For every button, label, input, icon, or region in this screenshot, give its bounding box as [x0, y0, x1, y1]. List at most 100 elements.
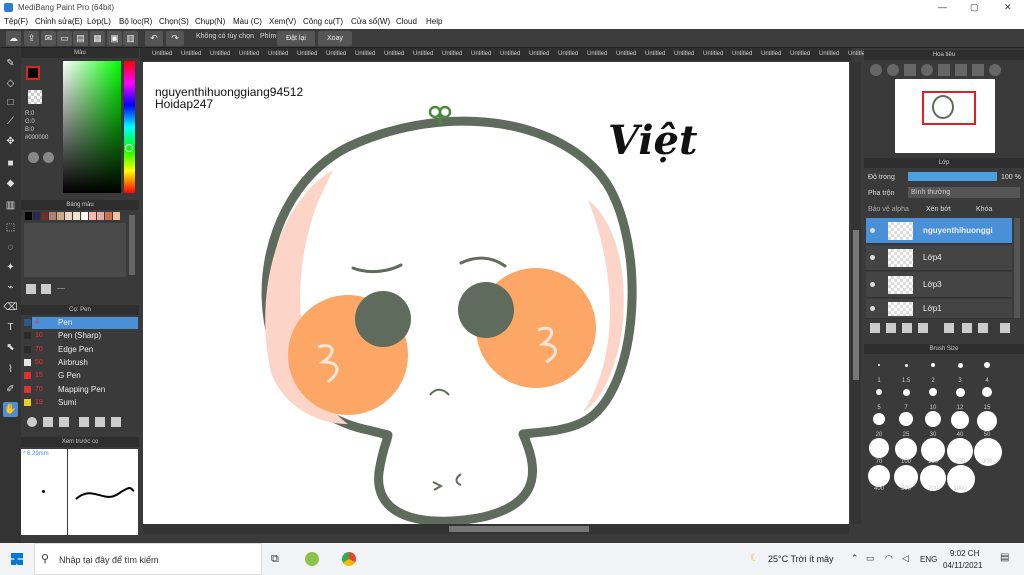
share-icon[interactable]: ⇪ [24, 31, 39, 46]
volume-icon[interactable]: ◁ [902, 553, 909, 564]
document-tab[interactable]: Untitled [761, 51, 781, 57]
notification-icon[interactable]: ▤ [1000, 552, 1009, 563]
palette-swatch[interactable] [113, 212, 120, 220]
add-brush-icon[interactable] [27, 417, 37, 427]
document-tab[interactable]: Untitled [384, 51, 404, 57]
canvas-vertical-scrollbar[interactable] [851, 62, 861, 524]
document-tab[interactable]: Untitled [732, 51, 752, 57]
brush-size-option[interactable]: 7 [893, 383, 919, 411]
menu-window[interactable]: Cửa sổ(W) [351, 17, 390, 26]
palette-swatch[interactable] [65, 212, 72, 220]
brush-size-option[interactable]: 3 [947, 356, 973, 384]
brush-item[interactable]: 19 Sumi [24, 397, 138, 409]
document-tab[interactable]: Untitled [500, 51, 520, 57]
brush-size-option[interactable]: 5 [866, 383, 892, 411]
eye-icon[interactable] [870, 282, 875, 287]
page-icon[interactable]: ▤ [73, 31, 88, 46]
document-tab[interactable]: Untitled [239, 51, 259, 57]
menu-snap[interactable]: Chụp(N) [195, 17, 225, 26]
brush-size-option[interactable]: 400 [866, 464, 892, 492]
palette-swatch[interactable] [57, 212, 64, 220]
document-tab[interactable]: Untitled [703, 51, 723, 57]
taskbar-search-box[interactable]: ⚲ Nhập tại đây để tìm kiếm [34, 543, 262, 575]
menu-color[interactable]: Màu (C) [233, 17, 262, 26]
zoom-in-icon[interactable] [870, 64, 882, 76]
secondary-color-swatch[interactable] [28, 90, 42, 104]
document-tab[interactable]: Untitled [442, 51, 462, 57]
palette-swatch[interactable] [41, 212, 48, 220]
task-view-icon[interactable]: ⧉ [271, 553, 279, 566]
wifi-icon[interactable]: ◠ [885, 553, 893, 564]
brush-size-option[interactable]: 40 [947, 410, 973, 438]
delete-layer-icon[interactable] [1000, 323, 1010, 333]
palette-swatch[interactable] [73, 212, 80, 220]
palette-icon[interactable] [28, 152, 39, 163]
lasso-tool-icon[interactable]: ◌ [3, 240, 18, 255]
document-tab[interactable]: Untitled [558, 51, 578, 57]
opacity-slider[interactable] [908, 172, 997, 181]
brush-item[interactable]: 4 Pen [24, 317, 138, 329]
brush-size-option[interactable]: 1 [866, 356, 892, 384]
brush-size-option[interactable]: 15 [974, 383, 1000, 411]
brush-size-option[interactable]: 25 [893, 410, 919, 438]
brush-export-icon[interactable] [79, 417, 89, 427]
palette-swatch[interactable] [105, 212, 112, 220]
brush-item[interactable]: 70 Edge Pen [24, 344, 138, 356]
bucket-tool-icon[interactable]: ◆ [3, 176, 18, 191]
saturation-value-picker[interactable] [63, 61, 121, 193]
brush-size-option[interactable]: 300 [974, 437, 1002, 466]
document-tab[interactable]: Untitled [819, 51, 839, 57]
clipping-checkbox[interactable]: Xén bớt [926, 206, 951, 213]
document-tab[interactable]: Untitled [645, 51, 665, 57]
maximize-button[interactable]: ▢ [970, 2, 979, 13]
rotate-right-icon[interactable] [955, 64, 967, 76]
clock-time[interactable]: 9:02 CH [950, 549, 979, 558]
document-tab[interactable]: Untitled [529, 51, 549, 57]
rotate-button[interactable]: Xoay [318, 31, 352, 46]
select-tool-icon[interactable]: ⬚ [3, 220, 18, 235]
redo-icon[interactable]: ↷ [166, 31, 184, 46]
menu-layer[interactable]: Lớp(L) [87, 17, 111, 26]
zoom-out-icon[interactable] [887, 64, 899, 76]
snap-icon[interactable]: ▥ [123, 31, 138, 46]
line-tool-icon[interactable]: ⟋ [3, 114, 18, 129]
brush-size-option[interactable]: 4 [974, 356, 1000, 384]
grid-icon[interactable]: ▦ [90, 31, 105, 46]
canvas-horizontal-scrollbar[interactable] [143, 524, 849, 534]
move-tool-icon[interactable]: ✥ [3, 134, 18, 149]
brush-size-option[interactable]: 100 [893, 437, 919, 465]
document-tab[interactable]: Untitled [413, 51, 433, 57]
brush-size-option[interactable]: 200 [947, 437, 973, 465]
lock-checkbox[interactable]: Khóa [976, 206, 992, 213]
palette-add-icon[interactable] [43, 152, 54, 163]
brush-tool-icon[interactable]: ✎ [3, 56, 18, 71]
close-button[interactable]: ✕ [1004, 2, 1012, 13]
menu-edit[interactable]: Chỉnh sửa(E) [35, 17, 83, 26]
dropper-tool-icon[interactable]: ⌇ [3, 362, 18, 377]
eye-icon[interactable] [870, 255, 875, 260]
actual-size-icon[interactable] [921, 64, 933, 76]
new-1bit-layer-icon[interactable] [902, 323, 912, 333]
primary-color-swatch[interactable] [26, 66, 40, 80]
brush-size-option[interactable]: 12 [947, 383, 973, 411]
brush-item[interactable]: 15 G Pen [24, 370, 138, 382]
blend-mode-select[interactable]: Bình thường [908, 187, 1020, 198]
delete-palette-icon[interactable] [41, 284, 51, 294]
medibang-taskbar-icon[interactable] [305, 552, 319, 566]
brush-size-option[interactable]: 20 [866, 410, 892, 438]
layer-row[interactable]: Lớp3 [866, 272, 1012, 298]
reset-view-icon[interactable] [972, 64, 984, 76]
document-tab[interactable]: Untitled [181, 51, 201, 57]
document-tab[interactable]: Untitled [790, 51, 810, 57]
brush-size-option[interactable]: 1000 [947, 464, 975, 493]
eraser-tool-icon[interactable]: ◇ [3, 76, 18, 91]
document-tab[interactable]: Untitled [268, 51, 288, 57]
rect-tool-icon[interactable]: □ [3, 95, 18, 110]
brush-size-option[interactable]: 2 [920, 356, 946, 384]
document-tab[interactable]: Untitled [616, 51, 636, 57]
comment-icon[interactable]: ✉ [41, 31, 56, 46]
layer-row[interactable]: nguyenthihuonggi [866, 218, 1012, 244]
hue-handle[interactable] [125, 144, 133, 152]
menu-file[interactable]: Tệp(F) [4, 17, 28, 26]
select-eraser-icon[interactable]: ⌫ [3, 300, 18, 315]
